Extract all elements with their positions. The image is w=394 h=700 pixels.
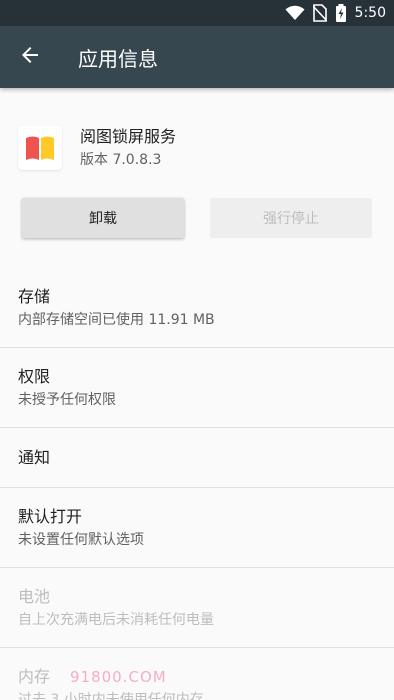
list-item-permissions[interactable]: 权限 未授予任何权限	[0, 348, 394, 428]
app-bar: 应用信息	[0, 26, 394, 88]
list-item-title: 电池	[18, 586, 51, 606]
status-bar: 5:50	[0, 0, 394, 26]
app-meta: 阅图锁屏服务 版本 7.0.8.3	[80, 126, 176, 170]
list-item-subtitle: 未设置任何默认选项	[18, 531, 144, 548]
list-item-subtitle: 内部存储空间已使用 11.91 MB	[18, 311, 215, 328]
list-item-title: 存储	[18, 286, 51, 306]
list-item-storage[interactable]: 存储 内部存储空间已使用 11.91 MB	[0, 268, 394, 348]
app-name: 阅图锁屏服务	[80, 127, 177, 146]
list-item-subtitle: 过去 3 小时内未使用任何内存	[18, 691, 204, 700]
battery-charging-icon	[335, 4, 347, 22]
uninstall-button[interactable]: 卸载	[22, 198, 184, 238]
list-item-open-by-default[interactable]: 默认打开 未设置任何默认选项	[0, 488, 394, 568]
page-title: 应用信息	[78, 46, 158, 71]
list-item-title: 权限	[18, 366, 51, 386]
settings-list: 存储 内部存储空间已使用 11.91 MB 权限 未授予任何权限 通知 默认打开…	[0, 268, 394, 700]
status-time: 5:50	[354, 5, 386, 21]
action-buttons: 卸载 强行停止	[0, 188, 394, 248]
book-icon	[18, 126, 62, 170]
list-item-subtitle: 自上次充满电后未消耗任何电量	[18, 611, 214, 628]
arrow-back-icon	[20, 45, 40, 69]
app-header: 阅图锁屏服务 版本 7.0.8.3	[0, 88, 394, 188]
list-item-memory[interactable]: 内存 过去 3 小时内未使用任何内存	[0, 648, 394, 700]
no-sim-icon	[312, 4, 327, 22]
list-item-notifications[interactable]: 通知	[0, 428, 394, 488]
list-item-title: 通知	[18, 447, 51, 467]
force-stop-button[interactable]: 强行停止	[210, 198, 372, 238]
list-item-subtitle: 未授予任何权限	[18, 391, 116, 408]
list-item-battery[interactable]: 电池 自上次充满电后未消耗任何电量	[0, 568, 394, 648]
list-item-title: 默认打开	[18, 506, 83, 526]
watermark: 91800.COM	[70, 668, 167, 686]
wifi-icon	[285, 5, 305, 21]
back-button[interactable]	[0, 26, 60, 88]
app-version: 版本 7.0.8.3	[80, 152, 162, 168]
